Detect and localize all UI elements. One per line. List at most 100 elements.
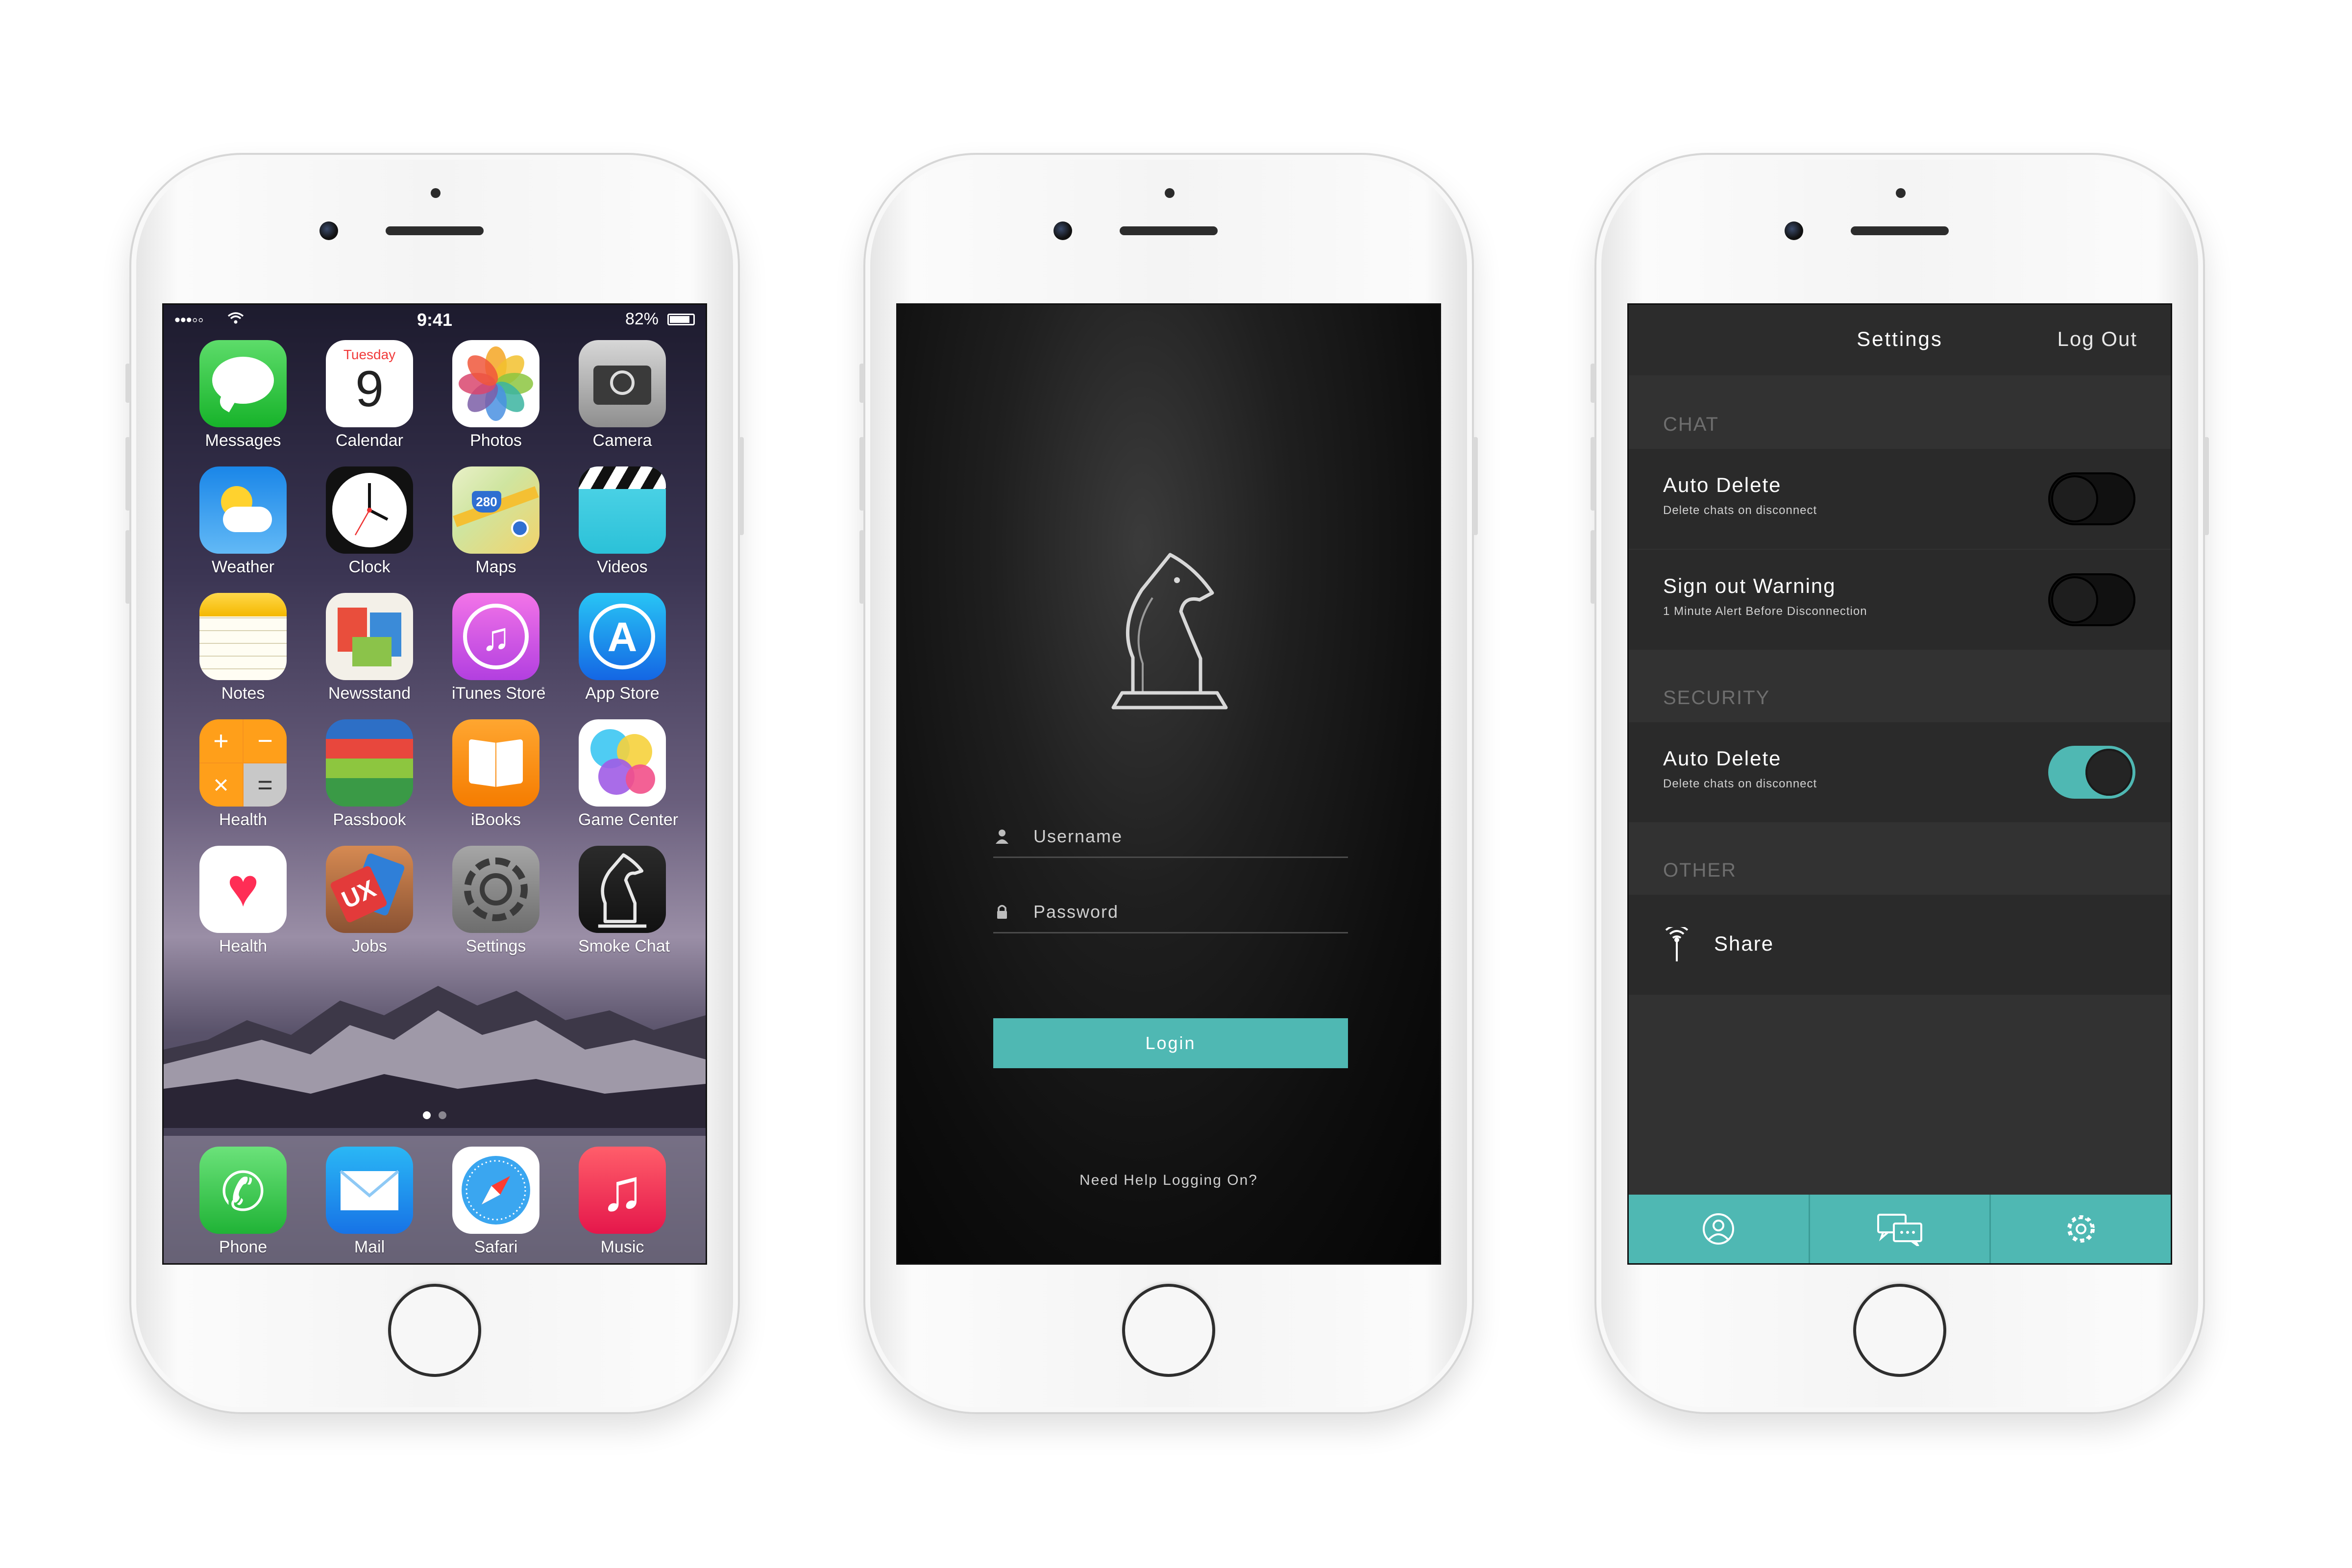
- app-videos[interactable]: Videos: [578, 466, 666, 577]
- battery-icon: [667, 314, 695, 325]
- home-button[interactable]: [1122, 1284, 1215, 1377]
- smoke-chat-knight-icon: [579, 846, 666, 933]
- app-health[interactable]: ♥ Health: [199, 846, 287, 956]
- app-itunes-store[interactable]: ♫ iTunes Store: [452, 593, 546, 703]
- earpiece-speaker: [386, 226, 484, 235]
- photos-icon: [452, 340, 539, 427]
- username-field[interactable]: Username: [993, 819, 1348, 858]
- dock-phone[interactable]: ✆ Phone: [199, 1147, 287, 1257]
- password-field[interactable]: Password: [993, 895, 1348, 933]
- mountain-wallpaper: [164, 986, 706, 1128]
- setting-row-share[interactable]: Share: [1629, 895, 2171, 995]
- dock-music[interactable]: ♫ Music: [578, 1147, 666, 1257]
- status-bar: •••◦◦ 9:41 82%: [164, 305, 706, 334]
- front-camera: [1054, 221, 1072, 240]
- mail-icon: [326, 1147, 413, 1234]
- share-antenna-icon: [1665, 927, 1689, 961]
- health-icon: ♥: [199, 846, 287, 933]
- app-calculator[interactable]: + − × = Health: [199, 719, 287, 830]
- help-logging-on-link[interactable]: Need Help Logging On?: [898, 1172, 1440, 1189]
- logout-button[interactable]: Log Out: [2058, 327, 2137, 351]
- username-placeholder: Username: [1033, 826, 1123, 846]
- music-icon: ♫: [579, 1147, 666, 1234]
- auto-delete-security-toggle[interactable]: [2048, 746, 2135, 799]
- app-photos[interactable]: Photos: [452, 340, 540, 450]
- app-jobs[interactable]: UX Jobs: [325, 846, 414, 956]
- lock-icon: [997, 905, 1007, 919]
- app-store-icon: A: [579, 593, 666, 680]
- tab-settings[interactable]: [1991, 1195, 2171, 1263]
- camera-icon: [579, 340, 666, 427]
- home-screen: •••◦◦ 9:41 82% Messages Tuesday 9 Calend…: [164, 305, 706, 1263]
- app-ibooks[interactable]: iBooks: [452, 719, 540, 830]
- page-indicator[interactable]: [164, 1111, 706, 1122]
- safari-icon: [452, 1147, 539, 1234]
- setting-row-auto-delete-chat: Auto Delete Delete chats on disconnect: [1629, 449, 2171, 549]
- user-icon: [996, 830, 1008, 844]
- messages-icon: [199, 340, 287, 427]
- battery-percent: 82%: [625, 310, 659, 328]
- itunes-store-icon: ♫: [452, 593, 539, 680]
- settings-nav-bar: Settings Log Out: [1629, 305, 2171, 375]
- settings-gear-icon: [452, 846, 539, 933]
- dock-mail[interactable]: Mail: [325, 1147, 414, 1257]
- maps-icon: 280: [452, 466, 539, 554]
- chat-bubbles-icon: [1877, 1214, 1922, 1246]
- home-button[interactable]: [388, 1284, 481, 1377]
- front-camera: [1785, 221, 1803, 240]
- earpiece-speaker: [1851, 226, 1949, 235]
- sign-out-warning-toggle[interactable]: [2048, 573, 2135, 626]
- passbook-icon: [326, 719, 413, 807]
- password-placeholder: Password: [1033, 902, 1119, 922]
- game-center-icon: [579, 719, 666, 807]
- phone-icon: ✆: [199, 1147, 287, 1234]
- setting-row-auto-delete-security: Auto Delete Delete chats on disconnect: [1629, 722, 2171, 822]
- login-button[interactable]: Login: [993, 1018, 1348, 1068]
- app-passbook[interactable]: Passbook: [325, 719, 414, 830]
- status-time: 9:41: [416, 310, 453, 330]
- proximity-sensor: [1165, 188, 1175, 198]
- settings-screen: Settings Log Out CHAT Auto Delete Delete…: [1629, 305, 2171, 1263]
- app-calendar[interactable]: Tuesday 9 Calendar: [325, 340, 414, 450]
- weather-icon: [199, 466, 287, 554]
- dock-safari[interactable]: Safari: [452, 1147, 540, 1257]
- section-header-chat: CHAT: [1663, 414, 1719, 435]
- app-camera[interactable]: Camera: [578, 340, 666, 450]
- app-settings[interactable]: Settings: [452, 846, 540, 956]
- login-screen: Username Password Login Need Help Loggin…: [898, 305, 1440, 1263]
- ibooks-icon: [452, 719, 539, 807]
- gear-icon: [2067, 1215, 2095, 1243]
- tab-bar: [1629, 1195, 2171, 1263]
- videos-icon: [579, 466, 666, 554]
- proximity-sensor: [1896, 188, 1906, 198]
- calendar-icon: Tuesday 9: [326, 340, 413, 427]
- phone-login-screen: Username Password Login Need Help Loggin…: [859, 153, 1478, 1414]
- proximity-sensor: [431, 188, 441, 198]
- app-weather[interactable]: Weather: [199, 466, 287, 577]
- app-game-center[interactable]: Game Center: [578, 719, 678, 830]
- tab-profile[interactable]: [1629, 1195, 1810, 1263]
- front-camera: [319, 221, 338, 240]
- clock-icon: [326, 466, 413, 554]
- setting-row-sign-out-warning: Sign out Warning 1 Minute Alert Before D…: [1629, 550, 2171, 650]
- app-maps[interactable]: 280 Maps: [452, 466, 540, 577]
- app-clock[interactable]: Clock: [325, 466, 414, 577]
- section-header-security: SECURITY: [1663, 687, 1770, 709]
- auto-delete-chat-toggle[interactable]: [2048, 472, 2135, 525]
- jobs-icon: UX: [326, 846, 413, 933]
- app-notes[interactable]: Notes: [199, 593, 287, 703]
- dock: ✆ Phone Mail Safari ♫ Music: [164, 1136, 706, 1263]
- home-button[interactable]: [1853, 1284, 1946, 1377]
- app-smoke-chat[interactable]: Smoke Chat: [578, 846, 670, 956]
- app-messages[interactable]: Messages: [199, 340, 287, 450]
- section-header-other: OTHER: [1663, 859, 1737, 881]
- phone-settings-screen: Settings Log Out CHAT Auto Delete Delete…: [1591, 153, 2209, 1414]
- newsstand-icon: [326, 593, 413, 680]
- app-app-store[interactable]: A App Store: [578, 593, 666, 703]
- earpiece-speaker: [1120, 226, 1218, 235]
- app-newsstand[interactable]: Newsstand: [325, 593, 414, 703]
- page-dot: [439, 1111, 446, 1119]
- tab-chats[interactable]: [1810, 1195, 1991, 1263]
- profile-icon: [1703, 1213, 1735, 1245]
- phone-home-screen: •••◦◦ 9:41 82% Messages Tuesday 9 Calend…: [125, 153, 744, 1414]
